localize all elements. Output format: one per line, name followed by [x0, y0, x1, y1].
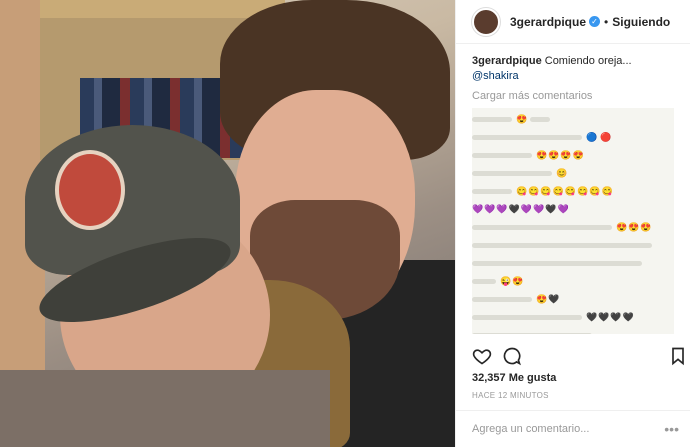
post-caption: 3gerardpique Comiendo oreja... @shakira	[472, 54, 674, 84]
separator-dot: •	[604, 14, 609, 29]
list-item	[472, 236, 674, 254]
list-item	[472, 254, 674, 272]
post-photo[interactable]	[0, 0, 455, 447]
list-item: 💜💜💜🖤💜💜🖤💜	[472, 203, 570, 214]
list-item: 😜😍	[472, 272, 674, 290]
comments-list: 3gerardpique Comiendo oreja... @shakira …	[456, 44, 690, 334]
photo-shelf-board	[40, 0, 285, 18]
photo-sweater	[0, 370, 330, 447]
list-item: 😍😍😍😍	[472, 146, 674, 164]
photo-cap-logo	[55, 150, 125, 230]
list-item: 😍	[472, 110, 674, 128]
caption-mention[interactable]: @shakira	[472, 70, 519, 82]
comment-icon[interactable]	[502, 346, 522, 366]
heart-icon[interactable]	[472, 346, 492, 366]
comment-input[interactable]	[472, 423, 652, 435]
verified-icon: ✓	[589, 16, 601, 27]
blurred-comments: 😍 🔵 🔴 😍😍😍😍 😊 😋😋😋😋😋😋😋😋 💜💜💜🖤💜💜🖤💜 😍😍😍 😜😍 😍🖤 …	[472, 108, 674, 334]
load-more-comments[interactable]: Cargar más comentarios	[472, 90, 674, 102]
header-username[interactable]: 3gerardpique	[510, 15, 586, 29]
bookmark-icon[interactable]	[668, 346, 688, 366]
following-button[interactable]: Siguiendo	[612, 15, 670, 29]
post-time[interactable]: HACE 12 MINUTOS	[472, 391, 549, 400]
list-item: 😋😋😋😋😋😋😋😋	[472, 182, 674, 200]
caption-username[interactable]: 3gerardpique	[472, 55, 542, 67]
list-item: 😍🖤	[472, 290, 674, 308]
list-item: 🖤🖤🖤🖤	[472, 308, 674, 326]
avatar[interactable]	[472, 7, 500, 36]
list-item: 😍😍😍	[472, 218, 674, 236]
list-item: 🔵 🔴	[472, 128, 674, 146]
list-item: 😊	[472, 164, 674, 182]
caption-text: Comiendo oreja...	[544, 55, 632, 67]
post-header: 3gerardpique ✓ • Siguiendo	[456, 0, 690, 44]
likes-count[interactable]: 32,357 Me gusta	[472, 372, 556, 384]
action-bar	[472, 346, 684, 368]
more-icon[interactable]: •••	[664, 421, 679, 437]
post-panel: 3gerardpique ✓ • Siguiendo 3gerardpique …	[455, 0, 690, 447]
add-comment-bar: •••	[456, 410, 690, 447]
list-item	[472, 326, 674, 334]
